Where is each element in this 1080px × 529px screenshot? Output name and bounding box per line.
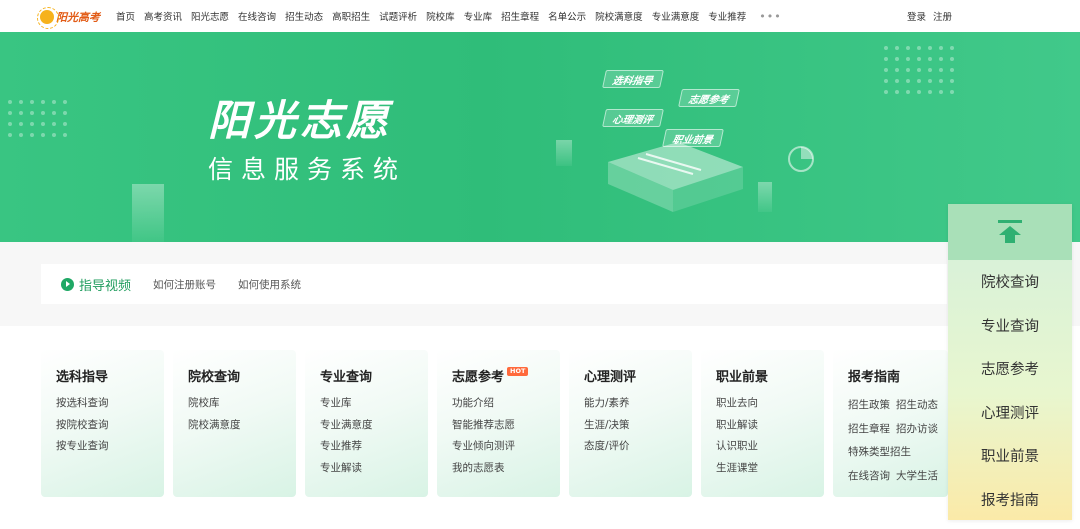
site-logo[interactable]: 阳光高考 — [37, 6, 104, 29]
nav-item-school-satisfaction[interactable]: 院校满意度 — [595, 9, 643, 23]
play-icon — [61, 277, 74, 291]
sun-icon — [37, 7, 59, 29]
side-item-school-query[interactable]: 院校查询 — [948, 260, 1072, 304]
decorative-pillar — [132, 184, 164, 242]
hero-banner: 阳光志愿 信息服务系统 选科指导 志愿参考 心理测评 职业前景 — [0, 32, 1080, 242]
side-item-major-query[interactable]: 专业查询 — [948, 304, 1072, 348]
nav-item-volunteer[interactable]: 阳光志愿 — [191, 9, 229, 23]
register-link[interactable]: 注册 — [933, 9, 952, 23]
card-link[interactable]: 职业解读 — [716, 415, 824, 437]
card-link[interactable]: 专业倾向测评 — [452, 436, 560, 458]
auth-links: 登录 注册 — [900, 0, 952, 32]
card-link[interactable]: 专业库 — [320, 393, 428, 415]
nav-item-online-consult[interactable]: 在线咨询 — [238, 9, 276, 23]
card-link[interactable]: 生涯/决策 — [584, 415, 692, 437]
nav-item-list-publicity[interactable]: 名单公示 — [548, 9, 586, 23]
card-title: 志愿参考 — [452, 370, 505, 385]
card-title[interactable]: 专业查询 — [320, 366, 428, 385]
isometric-platform-graphic — [608, 142, 743, 212]
card-psych-test: 心理测评 能力/素养 生涯/决策 态度/评价 — [569, 350, 692, 497]
card-major-query: 专业查询 专业库 专业满意度 专业推荐 专业解读 — [305, 350, 428, 497]
nav-item-admission-rules[interactable]: 招生章程 — [501, 9, 539, 23]
hot-badge: HOT — [507, 367, 529, 376]
card-link[interactable]: 职业去向 — [716, 393, 824, 415]
decorative-pillar — [556, 140, 572, 166]
banner-tag-volunteer-ref: 志愿参考 — [678, 89, 740, 107]
decorative-pillar — [758, 182, 772, 212]
nav-item-major-recommend[interactable]: 专业推荐 — [708, 9, 746, 23]
banner-tag-subject-guide: 选科指导 — [602, 70, 664, 88]
card-link[interactable]: 态度/评价 — [584, 436, 692, 458]
card-application-guide: 报考指南 招生政策 招生动态 招生章程 招办访谈 特殊类型招生 在线咨询 大学生活 — [833, 350, 948, 497]
card-title[interactable]: 院校查询 — [188, 366, 296, 385]
nav-item-exam-analysis[interactable]: 试题评析 — [379, 9, 417, 23]
card-link[interactable]: 生涯课堂 — [716, 458, 824, 480]
decorative-dots-left — [8, 100, 67, 137]
card-link[interactable]: 院校满意度 — [188, 415, 296, 437]
nav-item-school-library[interactable]: 院校库 — [426, 9, 455, 23]
card-link[interactable]: 大学生活 — [896, 466, 938, 488]
card-career-prospect: 职业前景 职业去向 职业解读 认识职业 生涯课堂 — [701, 350, 824, 497]
more-menu-icon[interactable]: ••• — [759, 10, 781, 23]
decorative-dots-right — [884, 46, 954, 94]
back-to-top-button[interactable] — [948, 204, 1072, 260]
card-link[interactable]: 招生章程 — [848, 419, 890, 441]
card-link[interactable]: 院校库 — [188, 393, 296, 415]
card-link[interactable]: 我的志愿表 — [452, 458, 560, 480]
card-link[interactable]: 招生政策 — [848, 395, 890, 417]
card-school-query: 院校查询 院校库 院校满意度 — [173, 350, 296, 497]
card-link[interactable]: 在线咨询 — [848, 466, 890, 488]
card-link[interactable]: 按院校查询 — [56, 415, 164, 437]
card-link[interactable]: 招生动态 — [896, 395, 938, 417]
nav-item-vocational[interactable]: 高职招生 — [332, 9, 370, 23]
login-link[interactable]: 登录 — [907, 9, 926, 23]
nav-item-admission-news[interactable]: 招生动态 — [285, 9, 323, 23]
nav-item-home[interactable]: 首页 — [116, 9, 135, 23]
floating-side-menu: 院校查询 专业查询 志愿参考 心理测评 职业前景 报考指南 — [948, 204, 1072, 520]
guide-video-bar: 指导视频 如何注册账号 如何使用系统 — [41, 264, 947, 304]
back-to-top-icon — [998, 220, 1022, 244]
card-title[interactable]: 选科指导 — [56, 366, 164, 385]
side-item-career[interactable]: 职业前景 — [948, 434, 1072, 478]
logo-text: 阳光高考 — [56, 11, 100, 24]
side-item-volunteer-ref[interactable]: 志愿参考 — [948, 347, 1072, 391]
banner-subtitle: 信息服务系统 — [208, 155, 407, 184]
card-link[interactable]: 招办访谈 — [896, 419, 938, 441]
card-link[interactable]: 智能推荐志愿 — [452, 415, 560, 437]
how-to-register-link[interactable]: 如何注册账号 — [153, 277, 216, 292]
card-link[interactable]: 专业解读 — [320, 458, 428, 480]
banner-tag-psych-test: 心理测评 — [602, 109, 664, 127]
side-item-psych-test[interactable]: 心理测评 — [948, 391, 1072, 435]
card-link[interactable]: 认识职业 — [716, 436, 824, 458]
card-title[interactable]: 职业前景 — [716, 366, 824, 385]
nav-menu: 首页 高考资讯 阳光志愿 在线咨询 招生动态 高职招生 试题评析 院校库 专业库… — [116, 0, 782, 32]
how-to-use-link[interactable]: 如何使用系统 — [238, 277, 301, 292]
card-subject-guide: 选科指导 按选科查询 按院校查询 按专业查询 — [41, 350, 164, 497]
card-volunteer-reference: 志愿参考 HOT 功能介绍 智能推荐志愿 专业倾向测评 我的志愿表 — [437, 350, 560, 497]
card-link[interactable]: 专业满意度 — [320, 415, 428, 437]
card-title[interactable]: 报考指南 — [848, 366, 948, 385]
top-navigation-bar: 阳光高考 首页 高考资讯 阳光志愿 在线咨询 招生动态 高职招生 试题评析 院校… — [0, 0, 1080, 32]
card-link[interactable]: 按专业查询 — [56, 436, 164, 458]
card-link[interactable]: 特殊类型招生 — [848, 442, 911, 464]
pie-chart-graphic — [788, 146, 814, 172]
nav-item-news[interactable]: 高考资讯 — [144, 9, 182, 23]
side-item-app-guide[interactable]: 报考指南 — [948, 478, 1072, 522]
nav-item-major-satisfaction[interactable]: 专业满意度 — [652, 9, 700, 23]
card-link[interactable]: 功能介绍 — [452, 393, 560, 415]
card-title-wrapper[interactable]: 志愿参考 HOT — [452, 366, 560, 385]
card-link[interactable]: 按选科查询 — [56, 393, 164, 415]
card-link[interactable]: 能力/素养 — [584, 393, 692, 415]
card-title[interactable]: 心理测评 — [584, 366, 692, 385]
banner-title: 阳光志愿 — [208, 96, 393, 145]
guide-video-title: 指导视频 — [79, 278, 132, 294]
card-link[interactable]: 专业推荐 — [320, 436, 428, 458]
nav-item-major-library[interactable]: 专业库 — [464, 9, 493, 23]
